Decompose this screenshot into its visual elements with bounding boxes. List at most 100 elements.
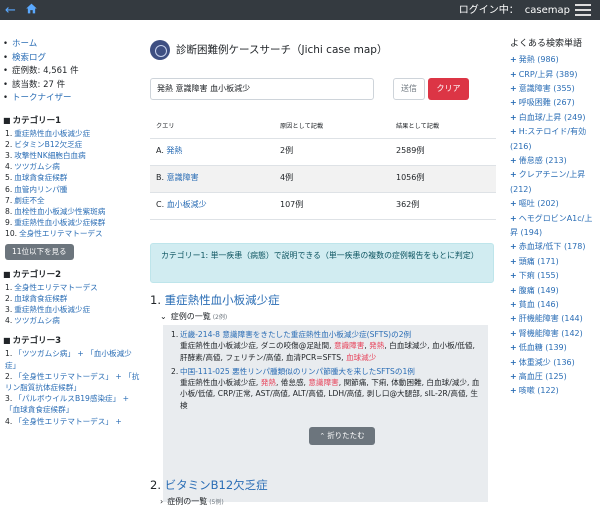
sidebar-item-home[interactable]: ホーム: [3, 38, 140, 52]
frequent-term-item[interactable]: + 腎機能障害 (142): [510, 327, 600, 341]
category-link[interactable]: 重症熱性血小板減少症: [14, 129, 90, 138]
frequent-term-link[interactable]: 貧血: [519, 300, 535, 309]
category-link[interactable]: 血管内リンパ腫: [14, 185, 67, 194]
query-link[interactable]: 発熱: [166, 146, 182, 155]
case-list-toggle[interactable]: › 症例の一覧 (5例): [160, 497, 224, 508]
clear-button[interactable]: クリア: [428, 78, 469, 100]
frequent-term-link[interactable]: 意識障害: [519, 84, 551, 93]
frequent-term-item[interactable]: + CRP/上昇 (389): [510, 68, 600, 82]
home-icon[interactable]: [25, 2, 38, 15]
frequent-term-link[interactable]: 発熱: [519, 55, 535, 64]
list-item[interactable]: 6. 血管内リンパ腫: [5, 184, 140, 195]
list-item[interactable]: 1. 重症熱性血小板減少症: [5, 128, 140, 139]
search-log-link[interactable]: 検索ログ: [12, 53, 46, 63]
list-item[interactable]: 10. 全身性エリテマトーデス: [5, 228, 140, 239]
list-item[interactable]: 4. ツツガムシ病: [5, 161, 140, 172]
frequent-term-item[interactable]: + 赤血球/低下 (178): [510, 240, 600, 254]
list-item[interactable]: 1. 全身性エリテマトーデス: [5, 282, 140, 293]
category-link[interactable]: 血球貪食症候群: [14, 173, 67, 182]
frequent-term-item[interactable]: + 白血球/上昇 (249): [510, 111, 600, 125]
frequent-term-item[interactable]: + 低血糖 (139): [510, 341, 600, 355]
frequent-term-link[interactable]: CRP/上昇: [519, 70, 554, 79]
frequent-term-item[interactable]: + クレアチニン/上昇 (212): [510, 168, 600, 197]
list-item[interactable]: 7. 劇症不全: [5, 195, 140, 206]
case-list-toggle[interactable]: ⌄ 症例の一覧 (2例): [160, 312, 227, 323]
frequent-term-link[interactable]: 白血球/上昇: [519, 113, 562, 122]
frequent-term-link[interactable]: 低血糖: [519, 343, 543, 352]
frequent-term-item[interactable]: + 腹痛 (149): [510, 284, 600, 298]
list-item[interactable]: 3. 「パルボウイルスB19感染症」 + 「血球貪食症候群」: [5, 393, 140, 415]
frequent-term-item[interactable]: + 体重減少 (136): [510, 356, 600, 370]
category-link[interactable]: 「パルボウイルスB19感染症」 + 「血球貪食症候群」: [5, 394, 129, 414]
hamburger-menu-icon[interactable]: [574, 2, 592, 18]
search-input[interactable]: 発熱 意識障害 血小板減少: [150, 78, 374, 100]
category-link[interactable]: ツツガムシ病: [14, 316, 60, 325]
sidebar-item-tokenizer[interactable]: トークナイザー: [3, 92, 140, 106]
frequent-term-link[interactable]: 下痢: [519, 271, 535, 280]
section-title-link[interactable]: 重症熱性血小板減少症: [165, 293, 280, 307]
category-link[interactable]: 全身性エリテマトーデス: [14, 283, 98, 292]
query-link[interactable]: 意識障害: [167, 173, 199, 182]
frequent-term-link[interactable]: 赤血球/低下: [519, 242, 562, 251]
case-title-link[interactable]: 中国-111-025 悪性リンパ腫類似のリンパ節腫大を来したSFTSの1例: [180, 367, 415, 376]
list-item[interactable]: 2. 「全身性エリテマトーデス」 + 「抗リン脂質抗体症候群」: [5, 371, 140, 393]
category-link[interactable]: 「全身性エリテマトーデス」 + 「抗リン脂質抗体症候群」: [5, 372, 139, 392]
category-link[interactable]: 攻撃性NK細胞白血病: [14, 151, 85, 160]
show-more-button[interactable]: 11位以下を見る: [5, 243, 74, 260]
case-title-link[interactable]: 近畿-214-8 意識障害をきたした重症熱性血小板減少症(SFTS)の2例: [180, 330, 411, 339]
section-title-link[interactable]: ビタミンB12欠乏症: [165, 478, 268, 492]
category-link[interactable]: 全身性エリテマトーデス: [19, 229, 103, 238]
list-item[interactable]: 8. 血栓性血小板減少性紫斑病: [5, 206, 140, 217]
home-link[interactable]: ホーム: [12, 39, 37, 49]
frequent-term-link[interactable]: 体重減少: [519, 358, 551, 367]
category-link[interactable]: ビタミンB12欠乏症: [14, 140, 82, 149]
sidebar-item-search-log[interactable]: 検索ログ: [3, 52, 140, 66]
list-item[interactable]: 4. 「全身性エリテマトーデス」 +: [5, 416, 140, 427]
frequent-term-item[interactable]: + 倦怠感 (213): [510, 154, 600, 168]
tokenizer-link[interactable]: トークナイザー: [12, 93, 72, 103]
category-link[interactable]: 重症熱性血小板減少症: [14, 305, 90, 314]
category-link[interactable]: 重症熱性血小板減少症候群: [14, 218, 105, 227]
frequent-term-link[interactable]: 嘔吐: [519, 199, 535, 208]
frequent-term-item[interactable]: + 咳嗽 (122): [510, 384, 600, 398]
frequent-term-item[interactable]: + 高血圧 (125): [510, 370, 600, 384]
collapse-button[interactable]: ⌃ 折りたたむ: [309, 427, 375, 445]
frequent-term-link[interactable]: 咳嗽: [519, 386, 535, 395]
frequent-term-link[interactable]: 呼吸困難: [519, 98, 551, 107]
send-button[interactable]: 送信: [393, 78, 425, 100]
list-item[interactable]: 3. 攻撃性NK細胞白血病: [5, 150, 140, 161]
frequent-term-item[interactable]: + 肝機能障害 (144): [510, 312, 600, 326]
frequent-term-link[interactable]: 高血圧: [519, 372, 543, 381]
frequent-term-link[interactable]: 腎機能障害: [519, 329, 559, 338]
user-name[interactable]: casemap: [525, 5, 570, 16]
frequent-term-link[interactable]: 頭痛: [519, 257, 535, 266]
category-link[interactable]: 血球貪食症候群: [14, 294, 67, 303]
query-link[interactable]: 血小板減少: [167, 200, 207, 209]
list-item[interactable]: 3. 重症熱性血小板減少症: [5, 304, 140, 315]
frequent-term-item[interactable]: + H:ステロイド/有効 (216): [510, 125, 600, 154]
category-link[interactable]: ツツガムシ病: [14, 162, 60, 171]
category-link[interactable]: 「ツツガムシ病」 + 「血小板減少症」: [5, 349, 132, 369]
frequent-term-item[interactable]: + 意識障害 (355): [510, 82, 600, 96]
frequent-term-item[interactable]: + 発熱 (986): [510, 53, 600, 67]
list-item[interactable]: 5. 血球貪食症候群: [5, 172, 140, 183]
frequent-term-link[interactable]: H:ステロイド/有効: [519, 127, 586, 136]
frequent-term-link[interactable]: 肝機能障害: [519, 314, 559, 323]
category-link[interactable]: 「全身性エリテマトーデス」 +: [14, 417, 122, 426]
frequent-term-item[interactable]: + ヘモグロビンA1c/上昇 (194): [510, 212, 600, 241]
frequent-term-link[interactable]: 倦怠感: [519, 156, 543, 165]
frequent-term-item[interactable]: + 頭痛 (171): [510, 255, 600, 269]
frequent-term-link[interactable]: 腹痛: [519, 286, 535, 295]
list-item[interactable]: 2. ビタミンB12欠乏症: [5, 139, 140, 150]
list-item[interactable]: 9. 重症熱性血小板減少症候群: [5, 217, 140, 228]
frequent-term-link[interactable]: クレアチニン/上昇: [519, 170, 586, 179]
frequent-term-item[interactable]: + 呼吸困難 (267): [510, 96, 600, 110]
back-arrow-icon[interactable]: ←: [5, 2, 16, 20]
list-item[interactable]: 4. ツツガムシ病: [5, 315, 140, 326]
category-link[interactable]: 劇症不全: [14, 196, 44, 205]
frequent-term-item[interactable]: + 貧血 (146): [510, 298, 600, 312]
list-item[interactable]: 1. 「ツツガムシ病」 + 「血小板減少症」: [5, 348, 140, 370]
frequent-term-item[interactable]: + 嘔吐 (202): [510, 197, 600, 211]
category-link[interactable]: 血栓性血小板減少性紫斑病: [14, 207, 105, 216]
list-item[interactable]: 2. 血球貪食症候群: [5, 293, 140, 304]
